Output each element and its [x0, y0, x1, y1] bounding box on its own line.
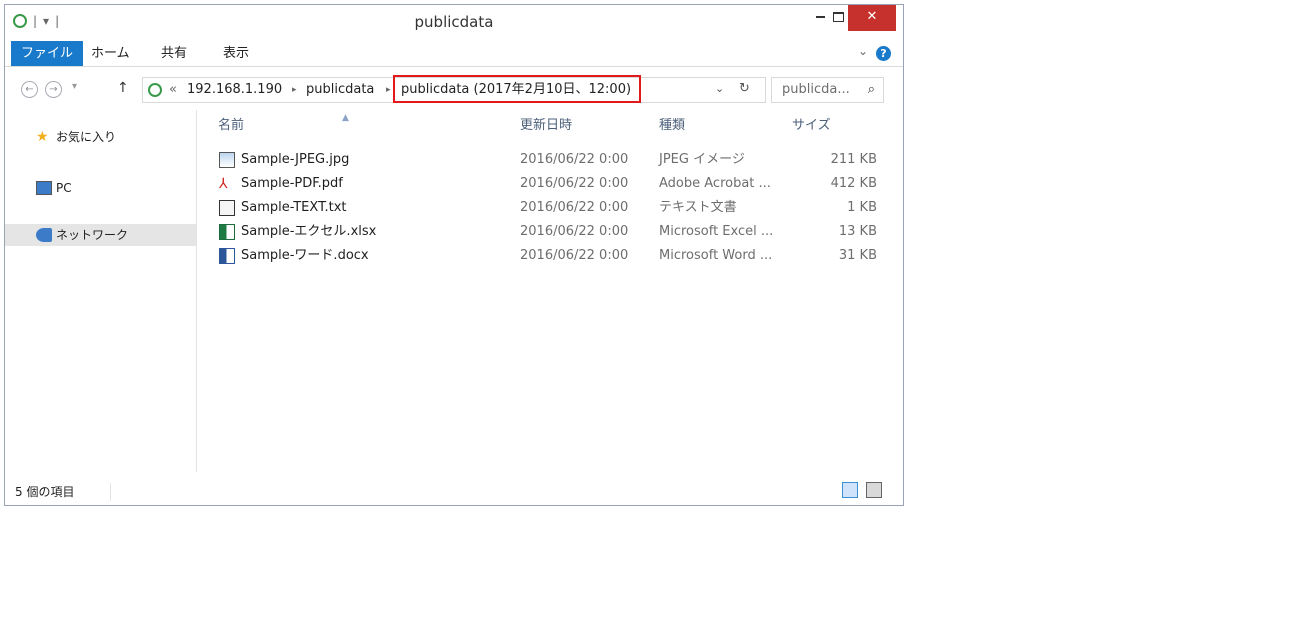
- word-file-icon: [219, 248, 235, 264]
- file-date: 2016/06/22 0:00: [520, 248, 629, 263]
- breadcrumb-separator-icon[interactable]: ▸: [386, 78, 391, 102]
- status-divider: [110, 483, 111, 501]
- computer-icon: [36, 181, 52, 195]
- file-date: 2016/06/22 0:00: [520, 224, 629, 239]
- tab-file[interactable]: ファイル: [11, 41, 84, 66]
- recent-locations-icon[interactable]: ▾: [72, 81, 77, 92]
- address-row: ← → ▾ ↑ « 192.168.1.190 ▸ publicdata ▸ p…: [5, 75, 903, 105]
- text-file-icon: [219, 200, 235, 216]
- file-type: Microsoft Excel ...: [659, 224, 774, 239]
- breadcrumb-host[interactable]: 192.168.1.190: [187, 78, 282, 102]
- ribbon-tabs: ファイル ホーム 共有 表示 ⌄ ?: [5, 41, 903, 67]
- item-count: 5 個の項目: [15, 485, 75, 499]
- large-icons-view-icon[interactable]: [866, 482, 882, 498]
- file-date: 2016/06/22 0:00: [520, 176, 629, 191]
- search-placeholder: publicda...: [782, 82, 850, 97]
- file-type: JPEG イメージ: [659, 152, 745, 167]
- refresh-icon[interactable]: ↻: [739, 81, 750, 96]
- file-name: Sample-JPEG.jpg: [241, 152, 350, 167]
- file-name: Sample-エクセル.xlsx: [241, 224, 377, 239]
- file-type: Microsoft Word ...: [659, 248, 773, 263]
- file-row[interactable]: Sample-ワード.docx 2016/06/22 0:00 Microsof…: [215, 244, 885, 268]
- file-name: Sample-PDF.pdf: [241, 176, 343, 191]
- file-row[interactable]: Sample-TEXT.txt 2016/06/22 0:00 テキスト文書 1…: [215, 196, 885, 220]
- breadcrumb-overflow[interactable]: «: [169, 78, 177, 102]
- title-bar: | ▾ | publicdata ✕: [5, 5, 903, 38]
- sidebar-item-label: PC: [56, 181, 72, 195]
- network-location-icon: [148, 83, 162, 97]
- search-input[interactable]: publicda... ⌕: [771, 77, 884, 103]
- up-button[interactable]: ↑: [117, 80, 129, 96]
- tab-view[interactable]: 表示: [213, 41, 259, 66]
- forward-button[interactable]: →: [45, 81, 62, 98]
- details-view-icon[interactable]: [842, 482, 858, 498]
- file-date: 2016/06/22 0:00: [520, 152, 629, 167]
- tab-home[interactable]: ホーム: [81, 41, 140, 66]
- file-row[interactable]: ⅄ Sample-PDF.pdf 2016/06/22 0:00 Adobe A…: [215, 172, 885, 196]
- sidebar-item-label: ネットワーク: [56, 228, 129, 242]
- sidebar-item-favorites[interactable]: ★ お気に入り: [5, 126, 196, 148]
- image-file-icon: [219, 152, 235, 168]
- maximize-icon: [832, 11, 844, 22]
- file-name: Sample-TEXT.txt: [241, 200, 347, 215]
- window-title: publicdata: [414, 13, 494, 31]
- sidebar-item-label: お気に入り: [56, 130, 117, 144]
- column-header-date[interactable]: 更新日時: [520, 115, 572, 137]
- network-icon: [36, 228, 52, 242]
- file-row[interactable]: Sample-エクセル.xlsx 2016/06/22 0:00 Microso…: [215, 220, 885, 244]
- tab-share[interactable]: 共有: [151, 41, 197, 66]
- file-date: 2016/06/22 0:00: [520, 200, 629, 215]
- status-bar: 5 個の項目: [5, 477, 903, 505]
- file-size: 412 KB: [830, 176, 877, 191]
- close-icon: ✕: [866, 9, 878, 24]
- file-size: 31 KB: [838, 248, 877, 263]
- explorer-window: | ▾ | publicdata ✕ ファイル ホーム 共有 表示 ⌄ ? ← …: [4, 4, 904, 506]
- help-icon[interactable]: ?: [876, 46, 891, 61]
- breadcrumb-separator-icon[interactable]: ▸: [292, 78, 297, 102]
- breadcrumb-publicdata[interactable]: publicdata: [306, 78, 374, 102]
- sidebar-item-network[interactable]: ネットワーク: [5, 224, 196, 246]
- file-size: 13 KB: [838, 224, 877, 239]
- navigation-pane: ★ お気に入り PC ネットワーク: [5, 110, 197, 472]
- sort-ascending-icon: ▲: [342, 113, 349, 123]
- address-bar[interactable]: « 192.168.1.190 ▸ publicdata ▸ publicdat…: [142, 75, 766, 103]
- file-row[interactable]: Sample-JPEG.jpg 2016/06/22 0:00 JPEG イメー…: [215, 148, 885, 172]
- file-type: テキスト文書: [659, 200, 737, 215]
- column-header-type[interactable]: 種類: [659, 115, 685, 137]
- sidebar-item-pc[interactable]: PC: [5, 177, 196, 199]
- pdf-file-icon: ⅄: [219, 176, 228, 192]
- star-icon: ★: [36, 129, 49, 145]
- column-header-name[interactable]: 名前: [218, 115, 244, 137]
- file-size: 1 KB: [847, 200, 877, 215]
- ribbon-expand-icon[interactable]: ⌄: [858, 44, 868, 58]
- file-name: Sample-ワード.docx: [241, 248, 369, 263]
- close-button[interactable]: ✕: [848, 5, 896, 31]
- back-button[interactable]: ←: [21, 81, 38, 98]
- excel-file-icon: [219, 224, 235, 240]
- column-header-size[interactable]: サイズ: [792, 115, 831, 137]
- search-icon[interactable]: ⌕: [868, 78, 875, 102]
- file-type: Adobe Acrobat ...: [659, 176, 771, 191]
- address-dropdown-icon[interactable]: ⌄: [715, 82, 724, 95]
- annotation-highlight-box: [393, 75, 641, 103]
- file-size: 211 KB: [830, 152, 877, 167]
